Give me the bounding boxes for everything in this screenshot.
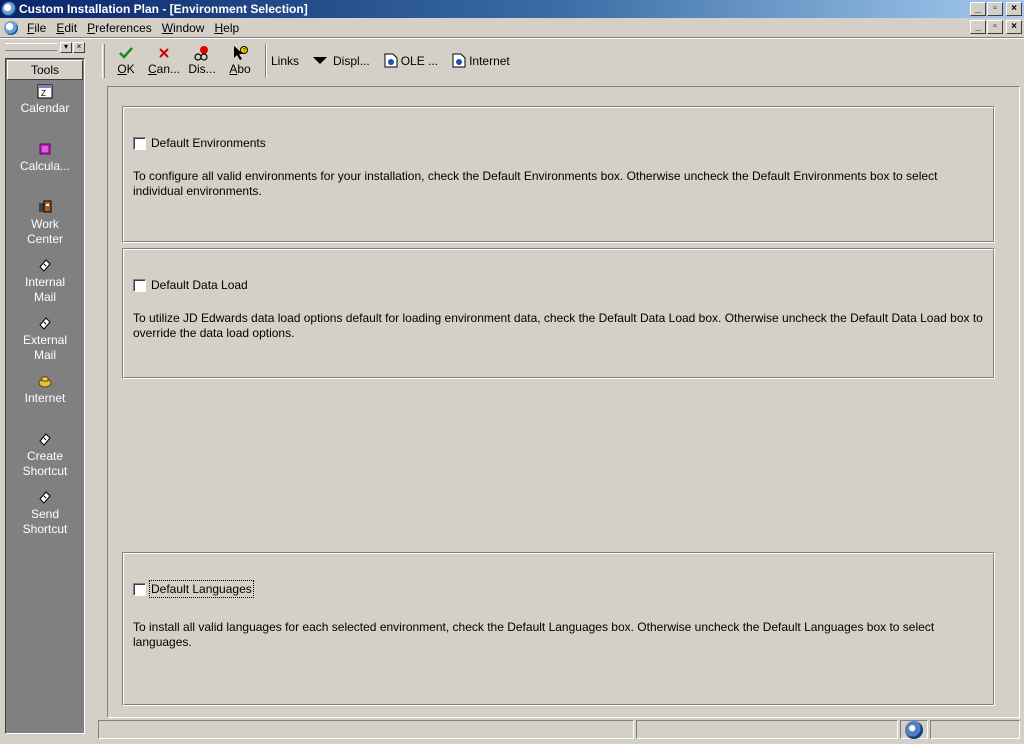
internal-mail-icon (39, 259, 51, 272)
tool-internal-mail[interactable]: Internal Mail (6, 257, 84, 305)
toolbar-separator (265, 43, 267, 78)
menu-separator (0, 37, 1024, 39)
default-languages-description: To install all valid languages for each … (133, 620, 935, 649)
default-environments-row[interactable]: Default Environments (133, 136, 266, 150)
tools-panel: ▾ × Tools Z Calendar Calcula... Work Cen… (3, 40, 87, 738)
close-button[interactable]: × (1006, 2, 1022, 16)
child-close-button[interactable]: × (1006, 20, 1022, 34)
create-shortcut-icon (39, 433, 51, 446)
default-environments-description: To configure all valid environments for … (133, 169, 938, 198)
about-button[interactable]: ? Abo (221, 45, 259, 76)
tool-calculator[interactable]: Calcula... (6, 141, 84, 174)
default-environments-group: Default Environments To configure all va… (122, 106, 995, 243)
tool-calendar[interactable]: Z Calendar (6, 83, 84, 116)
work-center-icon (39, 200, 52, 213)
internet-icon (38, 376, 52, 388)
title-bar: Custom Installation Plan - [Environment … (0, 0, 1024, 18)
default-data-load-row[interactable]: Default Data Load (133, 278, 248, 292)
svg-text:Z: Z (41, 89, 46, 98)
default-environments-checkbox[interactable] (133, 136, 146, 150)
environment-selection-form: Default Environments To configure all va… (107, 86, 1020, 718)
status-message-pane (98, 720, 634, 739)
toolbar-grip[interactable] (102, 43, 105, 78)
status-extra-pane (930, 720, 1020, 739)
child-restore-button[interactable]: ▫ (987, 20, 1003, 34)
ok-button[interactable]: OK (107, 45, 145, 76)
status-info-pane (636, 720, 898, 739)
internet-document-icon (452, 53, 466, 68)
tools-panel-grip[interactable] (5, 43, 57, 51)
window-title: Custom Installation Plan - [Environment … (19, 2, 308, 16)
display-menu[interactable]: Displ... (313, 54, 370, 68)
tool-send-shortcut[interactable]: Send Shortcut (6, 489, 84, 537)
toolbar: OK Can... Dis... ? Abo Links Displ... OL… (98, 40, 1024, 81)
default-languages-group: Default Languages To install all valid l… (122, 552, 995, 706)
menu-file[interactable]: File (22, 21, 51, 35)
external-mail-icon (39, 317, 51, 330)
links-menu[interactable]: Links (271, 54, 299, 68)
menu-help[interactable]: Help (209, 21, 244, 35)
menu-edit[interactable]: Edit (51, 21, 82, 35)
default-environments-label[interactable]: Default Environments (151, 136, 266, 150)
menu-bar: File Edit Preferences Window Help _ ▫ × (0, 18, 1024, 37)
ole-button[interactable]: OLE ... (384, 53, 438, 68)
tools-header[interactable]: Tools (7, 60, 83, 80)
status-bar (98, 720, 1024, 740)
tools-panel-dropdown-button[interactable]: ▾ (60, 41, 72, 53)
default-data-load-group: Default Data Load To utilize JD Edwards … (122, 248, 995, 379)
display-button[interactable]: Dis... (183, 45, 221, 76)
internet-button[interactable]: Internet (452, 53, 510, 68)
network-globe-icon (905, 720, 923, 739)
menu-window[interactable]: Window (157, 21, 210, 35)
checkmark-icon (119, 47, 133, 59)
tools-list: Tools Z Calendar Calcula... WorkCenter (5, 58, 85, 734)
binoculars-icon (194, 46, 208, 61)
tool-work-center[interactable]: Work Center (6, 199, 84, 247)
tool-internet[interactable]: Internet (6, 373, 84, 406)
default-languages-row[interactable]: Default Languages (133, 580, 254, 598)
app-globe-icon (2, 2, 16, 16)
default-data-load-description: To utilize JD Edwards data load options … (133, 311, 983, 340)
calculator-icon (39, 143, 51, 155)
default-data-load-checkbox[interactable] (133, 278, 146, 292)
menu-preferences[interactable]: Preferences (82, 21, 157, 35)
send-shortcut-icon (39, 491, 51, 504)
x-cancel-icon (159, 48, 169, 58)
default-languages-label[interactable]: Default Languages (149, 580, 254, 598)
tool-create-shortcut[interactable]: Create Shortcut (6, 431, 84, 479)
tools-panel-close-button[interactable]: × (73, 41, 85, 53)
dropdown-arrow-icon (313, 57, 328, 64)
default-data-load-label[interactable]: Default Data Load (151, 278, 248, 292)
status-globe-pane (900, 720, 928, 739)
tool-external-mail[interactable]: External Mail (6, 315, 84, 363)
ole-document-icon (384, 53, 398, 68)
help-pointer-icon: ? (234, 46, 248, 60)
calendar-icon: Z (37, 84, 53, 99)
minimize-button[interactable]: _ (970, 2, 986, 16)
default-languages-checkbox[interactable] (133, 582, 146, 596)
child-minimize-button[interactable]: _ (970, 20, 986, 34)
restore-button[interactable]: ▫ (987, 2, 1003, 16)
document-globe-icon[interactable] (4, 20, 18, 35)
cancel-button[interactable]: Can... (145, 45, 183, 76)
